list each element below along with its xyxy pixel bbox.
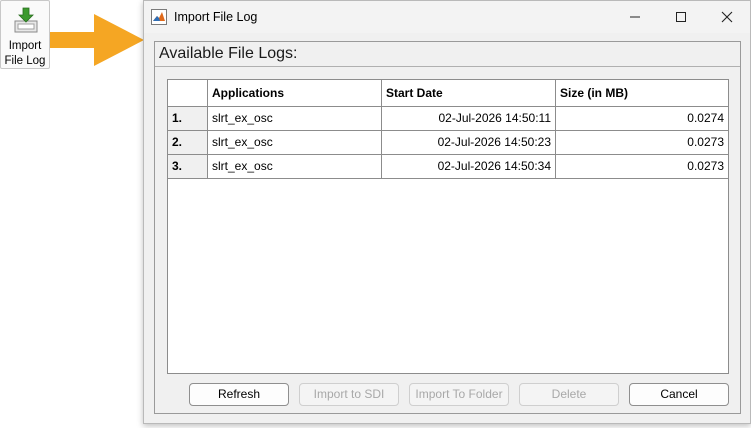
available-file-logs-panel: Available File Logs: Applications Start …	[154, 41, 741, 414]
column-header-size[interactable]: Size (in MB)	[556, 80, 728, 107]
import-to-sdi-button[interactable]: Import to SDI	[299, 383, 399, 406]
maximize-icon	[676, 12, 686, 22]
cancel-button[interactable]: Cancel	[629, 383, 729, 406]
file-log-table[interactable]: Applications Start Date Size (in MB) 1. …	[167, 79, 729, 374]
minimize-icon	[630, 16, 640, 18]
column-header-index	[168, 80, 208, 107]
table-cell-size[interactable]: 0.0273	[556, 155, 728, 179]
table-cell-size[interactable]: 0.0274	[556, 107, 728, 131]
matlab-icon	[151, 9, 167, 25]
close-icon	[721, 11, 733, 23]
row-index: 1.	[168, 107, 208, 131]
table-cell-application[interactable]: slrt_ex_osc	[208, 155, 382, 179]
import-file-log-dialog: Import File Log Available File Logs: App…	[143, 0, 751, 424]
table-cell-start-date[interactable]: 02-Jul-2026 14:50:34	[382, 155, 556, 179]
import-file-log-tool-button[interactable]: Import File Log	[0, 0, 50, 69]
close-button[interactable]	[704, 1, 750, 33]
panel-divider	[155, 66, 740, 67]
minimize-button[interactable]	[612, 1, 658, 33]
refresh-button[interactable]: Refresh	[189, 383, 289, 406]
row-index: 2.	[168, 131, 208, 155]
delete-button[interactable]: Delete	[519, 383, 619, 406]
table-cell-application[interactable]: slrt_ex_osc	[208, 107, 382, 131]
row-index: 3.	[168, 155, 208, 179]
window-title: Import File Log	[174, 10, 258, 24]
tool-button-label: Import File Log	[4, 40, 46, 67]
table-cell-application[interactable]: slrt_ex_osc	[208, 131, 382, 155]
maximize-button[interactable]	[658, 1, 704, 33]
title-bar: Import File Log	[144, 1, 750, 33]
column-header-applications[interactable]: Applications	[208, 80, 382, 107]
import-arrow-icon	[14, 7, 38, 33]
callout-arrow-icon	[50, 14, 144, 66]
column-header-start-date[interactable]: Start Date	[382, 80, 556, 107]
table-cell-size[interactable]: 0.0273	[556, 131, 728, 155]
table-cell-start-date[interactable]: 02-Jul-2026 14:50:11	[382, 107, 556, 131]
import-to-folder-button[interactable]: Import To Folder	[409, 383, 509, 406]
table-cell-start-date[interactable]: 02-Jul-2026 14:50:23	[382, 131, 556, 155]
panel-title: Available File Logs:	[159, 45, 298, 62]
